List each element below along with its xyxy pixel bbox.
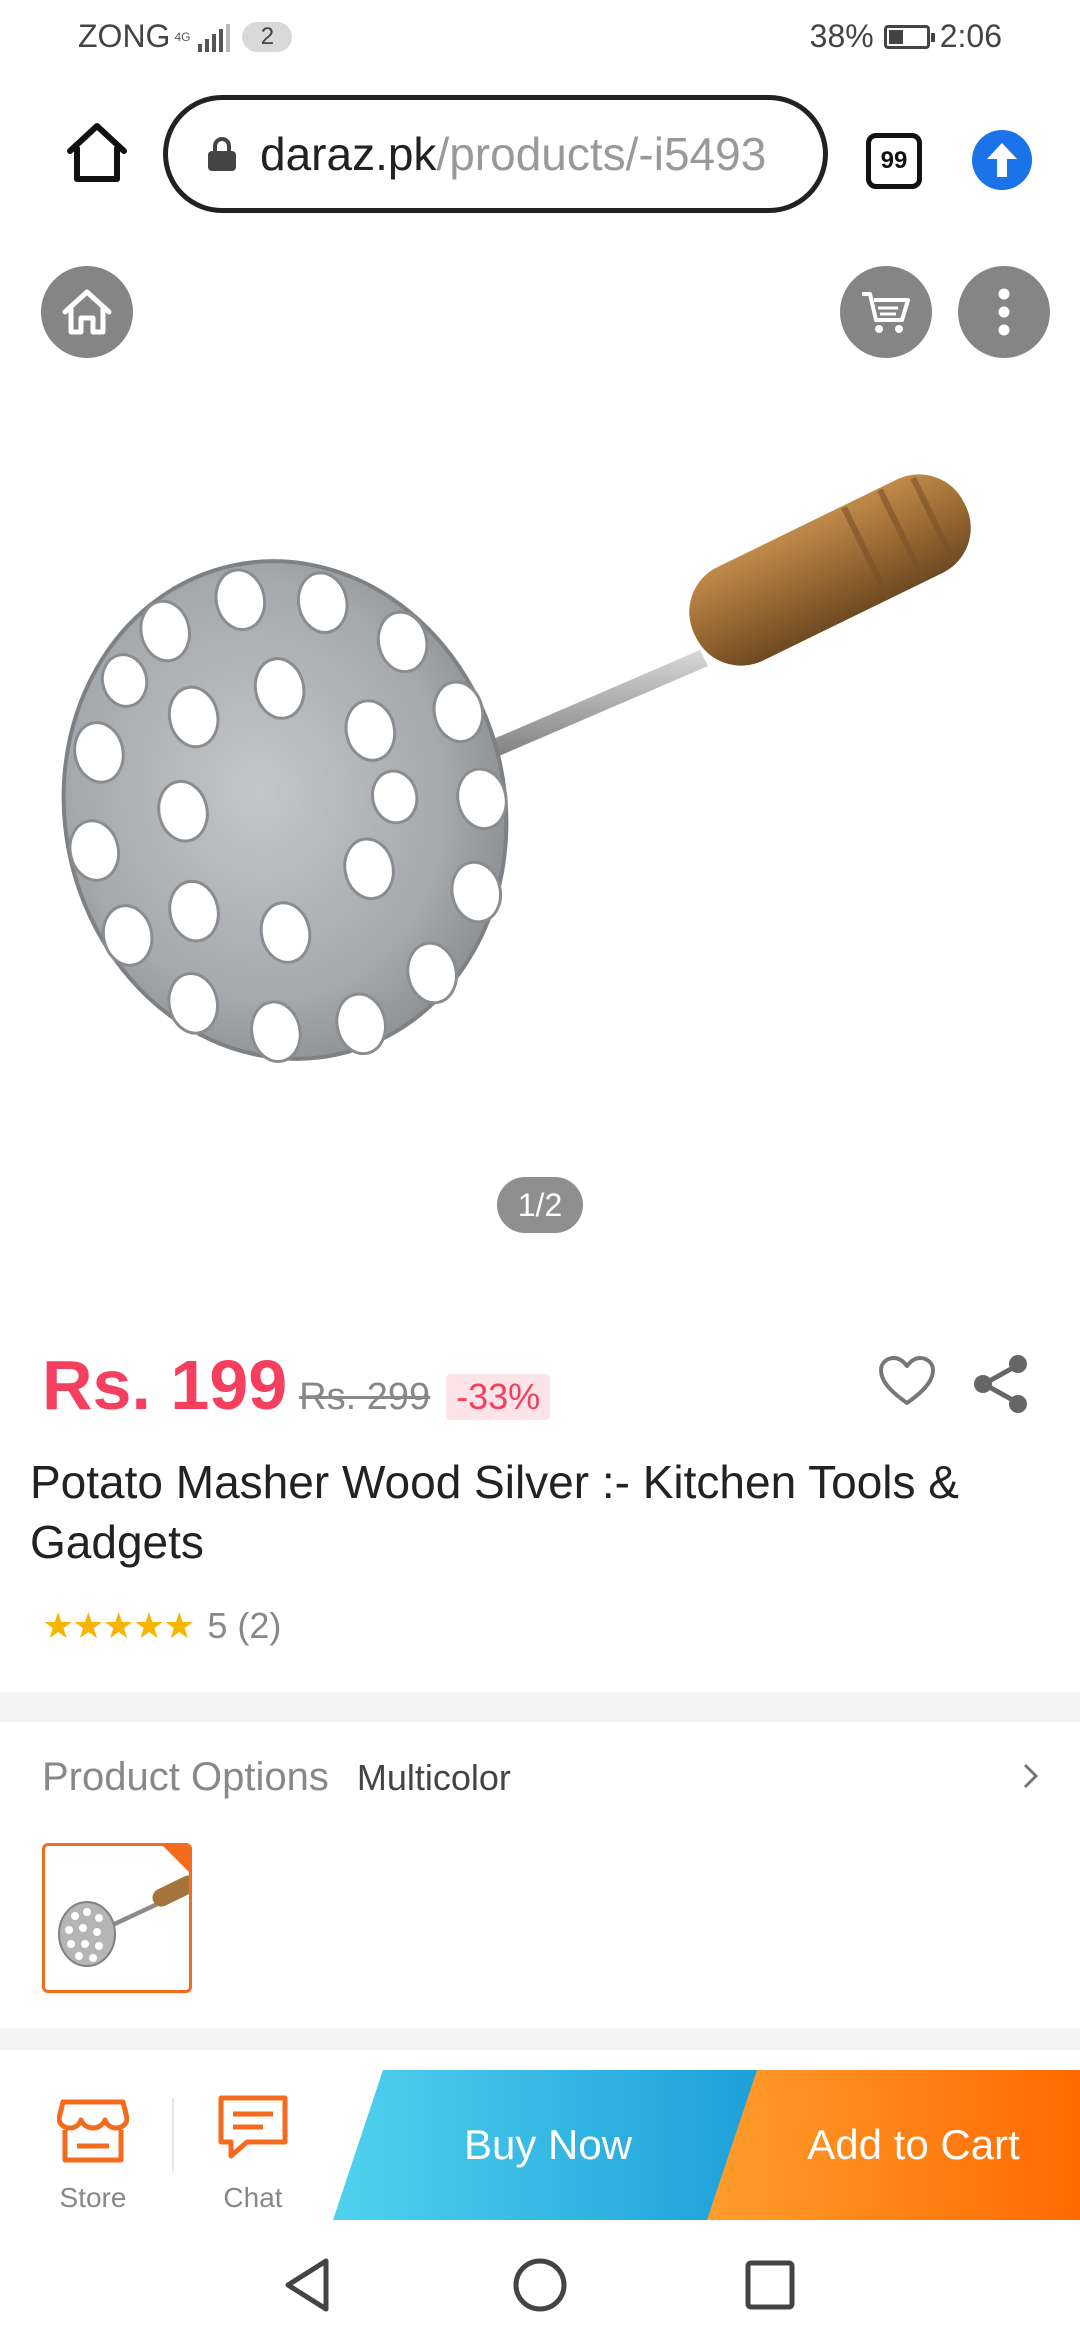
browser-toolbar: daraz.pk/products/-i5493 99 <box>0 95 1080 215</box>
battery-icon <box>883 24 935 49</box>
action-separator <box>172 2098 174 2172</box>
bottom-action-bar: Store Chat Buy Now Add to Cart <box>0 2070 1080 2220</box>
battery-percent: 38% <box>809 18 874 54</box>
chat-icon <box>218 2095 288 2159</box>
chevron-right-icon <box>1023 1763 1039 1789</box>
section-divider <box>0 1692 1080 1722</box>
address-bar[interactable]: daraz.pk/products/-i5493 <box>163 95 828 213</box>
image-counter: 1/2 <box>497 1177 583 1233</box>
recents-square-icon[interactable] <box>742 2257 798 2313</box>
page-cart-button[interactable] <box>840 266 932 358</box>
lock-icon <box>208 137 236 171</box>
store-icon <box>57 2099 129 2163</box>
rating-summary: 5 (2) <box>207 1605 282 1646</box>
chat-button[interactable]: Chat <box>188 2070 318 2220</box>
product-title: Potato Masher Wood Silver :- Kitchen Too… <box>30 1456 959 1568</box>
clock: 2:06 <box>939 18 1002 54</box>
home-circle-icon[interactable] <box>510 2255 570 2315</box>
rating-row[interactable]: ★★★★★ 5 (2) <box>42 1605 281 1647</box>
add-to-cart-button[interactable]: Add to Cart <box>707 2070 1080 2220</box>
status-left: ZONG 4G 2 <box>78 18 293 55</box>
product-image[interactable] <box>0 390 1080 1190</box>
page-home-button[interactable] <box>41 266 133 358</box>
url-domain: daraz.pk <box>260 128 437 180</box>
store-label: Store <box>59 2182 127 2213</box>
buy-now-button[interactable]: Buy Now <box>333 2070 763 2220</box>
network-type: 4G <box>174 29 191 44</box>
product-options-row[interactable]: Product Options Multicolor <box>42 1755 1042 1800</box>
discount-badge: -33% <box>446 1374 551 1420</box>
home-icon <box>62 289 112 335</box>
selected-corner-marker <box>163 1846 189 1872</box>
browser-home-icon[interactable] <box>62 117 132 187</box>
status-bar: ZONG 4G 2 38% 2:06 <box>0 0 1080 75</box>
carrier-name: ZONG <box>78 18 171 54</box>
sale-price: Rs. 199 <box>42 1346 288 1424</box>
wishlist-heart-icon[interactable] <box>877 1355 937 1407</box>
chat-label: Chat <box>223 2182 283 2213</box>
section-divider <box>0 2028 1080 2050</box>
sim-badge: 2 <box>242 21 293 52</box>
variant-thumbnail[interactable] <box>42 1843 192 1993</box>
signal-icon <box>198 22 231 52</box>
more-vertical-icon <box>998 288 1010 336</box>
back-icon[interactable] <box>280 2255 336 2315</box>
url-path: /products/-i5493 <box>436 128 767 180</box>
original-price: Rs. 299 <box>299 1376 431 1418</box>
store-button[interactable]: Store <box>28 2070 158 2220</box>
options-value: Multicolor <box>356 1756 511 1798</box>
rating-stars-icon: ★★★★★ <box>42 1605 195 1646</box>
system-nav-bar <box>0 2230 1080 2340</box>
tab-switcher-button[interactable]: 99 <box>866 133 922 189</box>
update-arrow-icon[interactable] <box>972 130 1032 190</box>
cart-icon <box>862 292 910 333</box>
price-row: Rs. 199 Rs. 299 -33% <box>42 1345 551 1425</box>
share-icon[interactable] <box>970 1353 1032 1415</box>
status-right: 38% 2:06 <box>810 18 1002 55</box>
options-label: Product Options <box>42 1755 329 1799</box>
page-more-button[interactable] <box>958 266 1050 358</box>
